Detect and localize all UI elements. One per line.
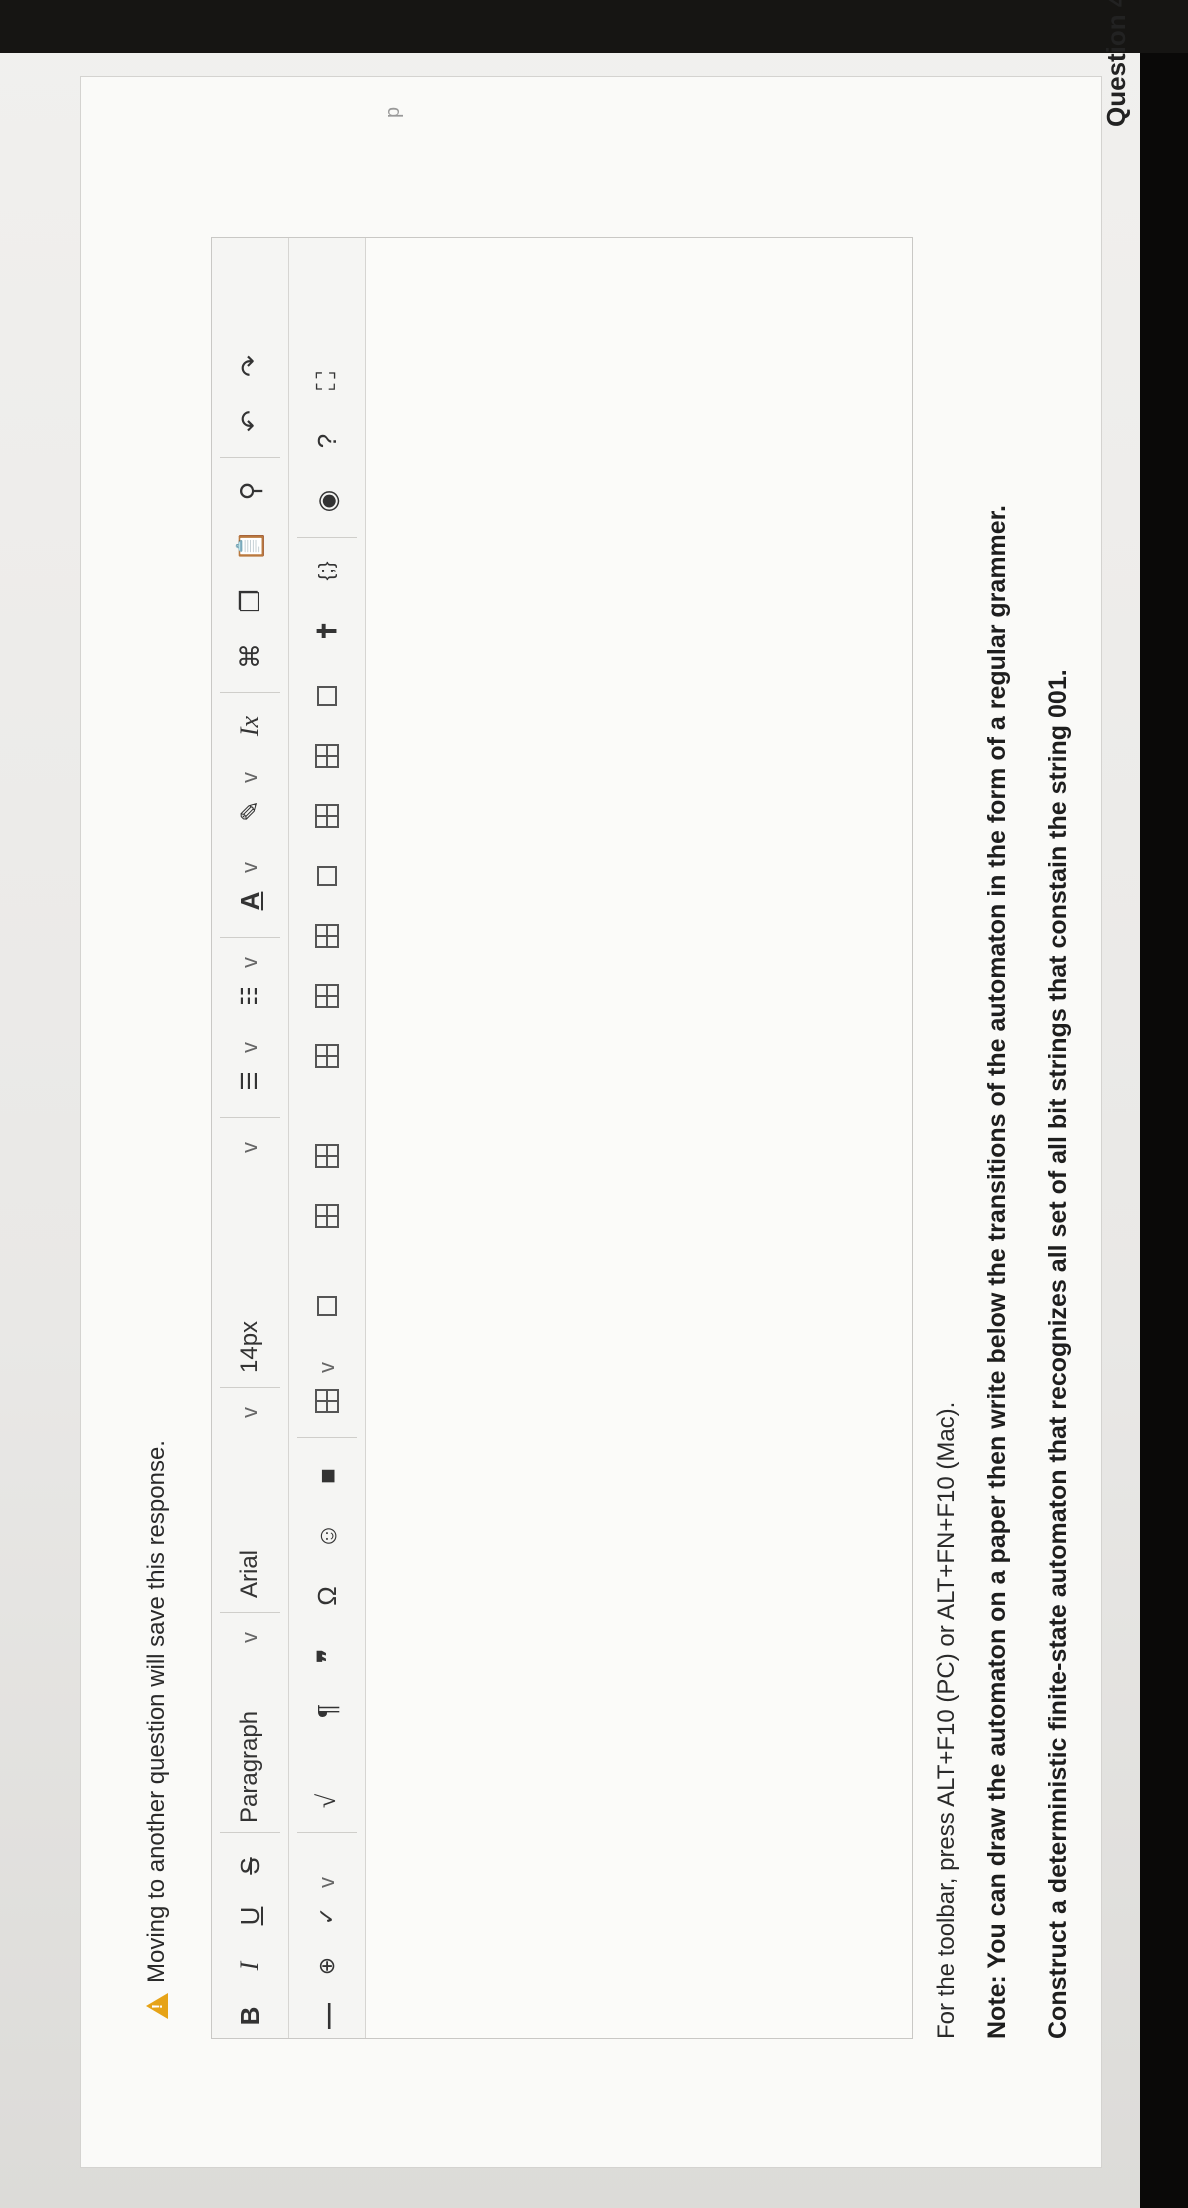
preview-icon[interactable]: ◉ xyxy=(289,479,365,523)
toolbar-divider xyxy=(220,457,280,458)
toolbar-divider xyxy=(297,537,357,538)
toolbar-divider xyxy=(297,1832,357,1833)
delete-table-icon[interactable] xyxy=(289,1284,365,1328)
insert-content-icon[interactable]: ⊕ xyxy=(289,1944,365,1988)
toolbar-divider xyxy=(220,1387,280,1388)
toolbar-divider xyxy=(220,1612,280,1613)
delete-column-icon[interactable] xyxy=(289,674,365,718)
warning-icon xyxy=(146,1993,168,2019)
delete-row-icon[interactable] xyxy=(289,854,365,898)
question-title: Question 4 xyxy=(1101,0,1131,127)
toolbar-row-1: B I U S Paragraph v Arial v 14px v ☰ v ☷… xyxy=(212,238,289,2038)
toolbar-divider xyxy=(220,937,280,938)
element-path: p xyxy=(382,106,404,118)
redo-icon[interactable]: ↷ xyxy=(212,344,288,388)
numbered-list-icon[interactable]: ☷ xyxy=(212,974,288,1018)
rich-text-editor: B I U S Paragraph v Arial v 14px v ☰ v ☷… xyxy=(211,107,913,2039)
clear-formatting-icon[interactable]: Ix xyxy=(212,704,288,748)
italic-button[interactable]: I xyxy=(212,1944,288,1988)
fullscreen-icon[interactable]: ⛶ xyxy=(289,359,365,403)
insert-row-after-icon[interactable] xyxy=(289,974,365,1018)
bold-button[interactable]: B xyxy=(212,1994,288,2038)
table-row-props-icon[interactable] xyxy=(289,1194,365,1238)
cut-icon[interactable]: ⌘ xyxy=(212,634,288,678)
note-text: Note: You can draw the automaton on a pa… xyxy=(983,505,1011,2039)
table-cell-props-icon[interactable] xyxy=(289,1134,365,1178)
editor-content-area[interactable] xyxy=(366,238,912,2038)
toolbar-divider xyxy=(220,692,280,693)
toolbar-hint: For the toolbar, press ALT+F10 (PC) or A… xyxy=(933,1401,960,2039)
insert-row-before-icon[interactable] xyxy=(289,1034,365,1078)
accessibility-icon[interactable]: ✝ xyxy=(289,609,365,653)
toolbar-row-2: — ⊕ ✓ v √ ¶ ❞ Ω ☺ ■ v ✝ {;} ◉ ? ⛶ xyxy=(289,238,366,2038)
monitor-bezel-right xyxy=(0,0,1188,53)
insert-column-icon[interactable] xyxy=(289,914,365,958)
paragraph-mark-icon[interactable]: ¶ xyxy=(289,1689,365,1733)
question-text: Construct a deterministic finite-state a… xyxy=(1044,669,1072,2039)
monitor-bezel-top xyxy=(1140,0,1188,2208)
screen: Question 4 Construct a deterministic fin… xyxy=(0,0,1188,2208)
toolbar-divider xyxy=(220,1832,280,1833)
underline-button[interactable]: U xyxy=(212,1894,288,1938)
horizontal-line-icon[interactable]: — xyxy=(289,1994,365,2038)
chevron-down-icon[interactable]: v xyxy=(289,1877,365,1888)
undo-icon[interactable]: ↶ xyxy=(212,399,288,443)
chevron-down-icon[interactable]: v xyxy=(212,772,288,783)
insert-image-icon[interactable]: ■ xyxy=(289,1454,365,1498)
copy-icon[interactable]: ❐ xyxy=(212,579,288,623)
emoji-icon[interactable]: ☺ xyxy=(289,1514,365,1558)
toolbar-divider xyxy=(297,1437,357,1438)
bullet-list-icon[interactable]: ☰ xyxy=(212,1059,288,1103)
help-icon[interactable]: ? xyxy=(289,419,365,463)
table-icon[interactable] xyxy=(289,1379,365,1423)
save-note: Moving to another question will save thi… xyxy=(143,1440,171,2019)
save-note-text: Moving to another question will save thi… xyxy=(143,1440,170,1983)
toolbar-divider xyxy=(220,1117,280,1118)
search-icon[interactable]: ⚲ xyxy=(212,469,288,513)
chevron-down-icon[interactable]: v xyxy=(212,957,288,968)
math-equation-icon[interactable]: √ xyxy=(289,1779,365,1823)
insert-column-after-icon[interactable] xyxy=(289,734,365,778)
strikethrough-button[interactable]: S xyxy=(212,1844,288,1888)
block-format-select[interactable]: Paragraph xyxy=(212,1663,288,1823)
chevron-down-icon[interactable]: v xyxy=(212,1142,288,1153)
insert-column-before-icon[interactable] xyxy=(289,794,365,838)
text-color-icon[interactable]: A xyxy=(212,879,288,923)
chevron-down-icon[interactable]: v xyxy=(212,1042,288,1053)
question-panel: Question 4 Construct a deterministic fin… xyxy=(80,0,1131,2168)
chevron-down-icon[interactable]: v xyxy=(289,1362,365,1373)
font-size-select[interactable]: 14px xyxy=(212,1223,288,1373)
chevron-down-icon[interactable]: v xyxy=(212,862,288,873)
highlight-pen-icon[interactable]: ✎ xyxy=(212,789,288,833)
special-character-icon[interactable]: Ω xyxy=(289,1574,365,1618)
blockquote-icon[interactable]: ❞ xyxy=(289,1634,365,1678)
chevron-down-icon[interactable]: v xyxy=(212,1632,288,1643)
source-code-icon[interactable]: {;} xyxy=(289,549,365,593)
paste-icon[interactable]: 📋 xyxy=(212,524,288,568)
chevron-down-icon[interactable]: v xyxy=(212,1407,288,1418)
spellcheck-icon[interactable]: ✓ xyxy=(289,1894,365,1938)
font-family-select[interactable]: Arial xyxy=(212,1448,288,1598)
